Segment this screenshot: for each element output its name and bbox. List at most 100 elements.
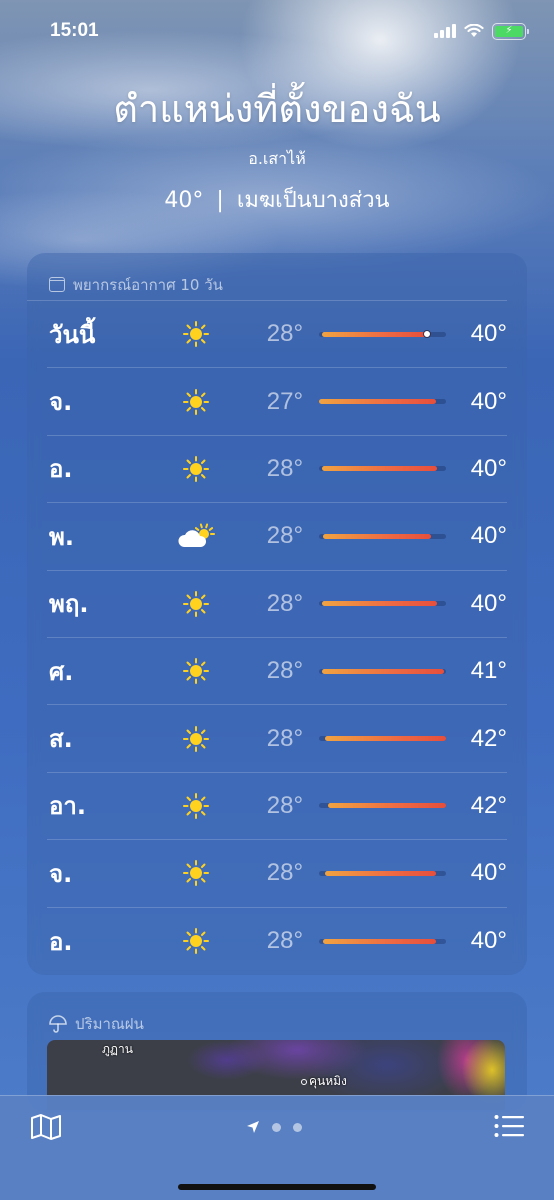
forecast-day: พฤ. <box>49 590 89 619</box>
temperature-range-track <box>319 601 447 607</box>
temperature-range-bar <box>322 938 436 944</box>
calendar-icon <box>49 277 65 292</box>
forecast-low: 27° <box>266 387 304 415</box>
bottom-toolbar <box>0 1095 554 1200</box>
forecast-low: 28° <box>266 589 304 617</box>
temperature-range-track <box>319 533 447 539</box>
precipitation-card[interactable]: ปริมาณฝน ภูฏาน คุนหมิง <box>27 992 527 1112</box>
temperature-range-track <box>319 399 447 405</box>
condition-text: เมฆเป็นบางส่วน <box>236 188 390 213</box>
status-time: 15:01 <box>50 20 99 41</box>
sun-icon <box>157 658 235 685</box>
forecast-row[interactable]: อา. 28° 42° <box>47 773 507 841</box>
temperature-range-track <box>319 938 447 944</box>
sun-icon <box>157 725 235 752</box>
temperature-range-track <box>319 330 447 339</box>
current-conditions: 40° | เมฆเป็นบางส่วน <box>0 182 554 217</box>
temperature-range-bar <box>325 736 447 742</box>
forecast-high: 40° <box>470 454 507 482</box>
temperature-range-track <box>319 668 447 674</box>
temperature-range-track <box>319 466 447 472</box>
temperature-range-track <box>319 870 447 876</box>
forecast-day: จ. <box>49 388 73 417</box>
precipitation-title: ปริมาณฝน <box>75 1015 144 1033</box>
forecast-day: พ. <box>49 522 74 551</box>
forecast-day: วันนี้ <box>49 320 96 349</box>
forecast-high: 40° <box>470 589 507 617</box>
forecast-row[interactable]: จ. 28° 40° <box>47 840 507 908</box>
temperature-range-bar <box>319 399 436 405</box>
sun-icon <box>157 321 235 348</box>
temperature-range-track <box>319 803 447 809</box>
forecast-day: ส. <box>49 725 73 754</box>
wifi-icon <box>464 24 484 37</box>
sun-icon <box>157 860 235 887</box>
forecast-row[interactable]: ศ. 28° 41° <box>47 638 507 706</box>
forecast-card-header: พยากรณ์อากาศ 10 วัน <box>27 253 507 301</box>
battery-charging-icon: ⚡ <box>495 25 523 37</box>
temperature-range-bar <box>321 466 438 472</box>
forecast-high: 40° <box>470 927 507 955</box>
condition-separator: | <box>216 188 224 213</box>
forecast-high: 42° <box>470 724 507 752</box>
forecast-low: 28° <box>266 320 304 348</box>
forecast-day: ศ. <box>49 657 74 686</box>
temperature-range-bar <box>321 668 444 674</box>
forecast-low: 28° <box>266 927 304 955</box>
forecast-high: 40° <box>470 320 507 348</box>
forecast-low: 28° <box>266 791 304 819</box>
map-city-dot <box>301 1079 307 1085</box>
forecast-low: 28° <box>266 724 304 752</box>
forecast-row[interactable]: จ. 27° 40° <box>47 368 507 436</box>
forecast-row[interactable]: อ. 28° 40° <box>47 436 507 504</box>
ten-day-forecast-card[interactable]: พยากรณ์อากาศ 10 วัน วันนี้ 28° 40° จ. 27° 40°… <box>27 253 527 975</box>
list-icon[interactable] <box>494 1114 524 1138</box>
forecast-high: 40° <box>470 387 507 415</box>
forecast-row[interactable]: พฤ. 28° 40° <box>47 571 507 638</box>
map-label-kunming: คุนหมิง <box>309 1074 347 1088</box>
partly-cloudy-icon <box>157 522 235 550</box>
temperature-range-bar <box>327 803 447 809</box>
temperature-range-track <box>319 736 447 742</box>
location-header: ตำแหน่งที่ตั้งของฉัน อ.เสาไห้ 40° | เมฆเ… <box>0 78 554 217</box>
umbrella-icon <box>49 1015 67 1033</box>
map-label-bhutan: ภูฏาน <box>102 1042 133 1056</box>
temperature-range-bar <box>321 601 438 607</box>
location-title: ตำแหน่งที่ตั้งของฉัน <box>113 87 441 131</box>
forecast-day: อา. <box>49 792 87 821</box>
forecast-high: 42° <box>470 791 507 819</box>
temperature-range-bar <box>322 533 431 539</box>
sublocation: อ.เสาไห้ <box>248 149 306 168</box>
forecast-row[interactable]: อ. 28° 40° <box>47 908 507 975</box>
forecast-day: จ. <box>49 859 73 888</box>
precipitation-card-header: ปริมาณฝน <box>27 992 507 1040</box>
cellular-signal-icon <box>434 24 456 38</box>
current-temperature-marker <box>423 330 432 339</box>
map-icon[interactable] <box>30 1113 62 1141</box>
forecast-low: 28° <box>266 522 304 550</box>
forecast-high: 40° <box>470 859 507 887</box>
sun-icon <box>157 455 235 482</box>
page-indicator[interactable] <box>246 1120 302 1134</box>
battery-icon: ⚡ <box>492 22 529 40</box>
sun-icon <box>157 590 235 617</box>
status-icons: ⚡ <box>434 22 529 40</box>
sun-icon <box>157 792 235 819</box>
forecast-day: อ. <box>49 927 73 956</box>
forecast-low: 28° <box>266 657 304 685</box>
forecast-high: 41° <box>470 657 507 685</box>
home-indicator <box>178 1184 376 1190</box>
forecast-low: 28° <box>266 859 304 887</box>
location-arrow-icon <box>247 1121 259 1133</box>
forecast-day: อ. <box>49 455 73 484</box>
page-dot <box>272 1122 281 1132</box>
temperature-range-bar <box>321 331 428 337</box>
forecast-rows: วันนี้ 28° 40° จ. 27° 40° อ. 28° 40° พ. 28° 40° พฤ.… <box>27 301 527 975</box>
sun-icon <box>157 928 235 955</box>
forecast-low: 28° <box>266 454 304 482</box>
forecast-row[interactable]: วันนี้ 28° 40° <box>47 301 507 369</box>
forecast-row[interactable]: ส. 28° 42° <box>47 705 507 773</box>
forecast-row[interactable]: พ. 28° 40° <box>47 503 507 571</box>
forecast-title: พยากรณ์อากาศ 10 วัน <box>73 275 223 294</box>
page-dot <box>293 1122 302 1132</box>
